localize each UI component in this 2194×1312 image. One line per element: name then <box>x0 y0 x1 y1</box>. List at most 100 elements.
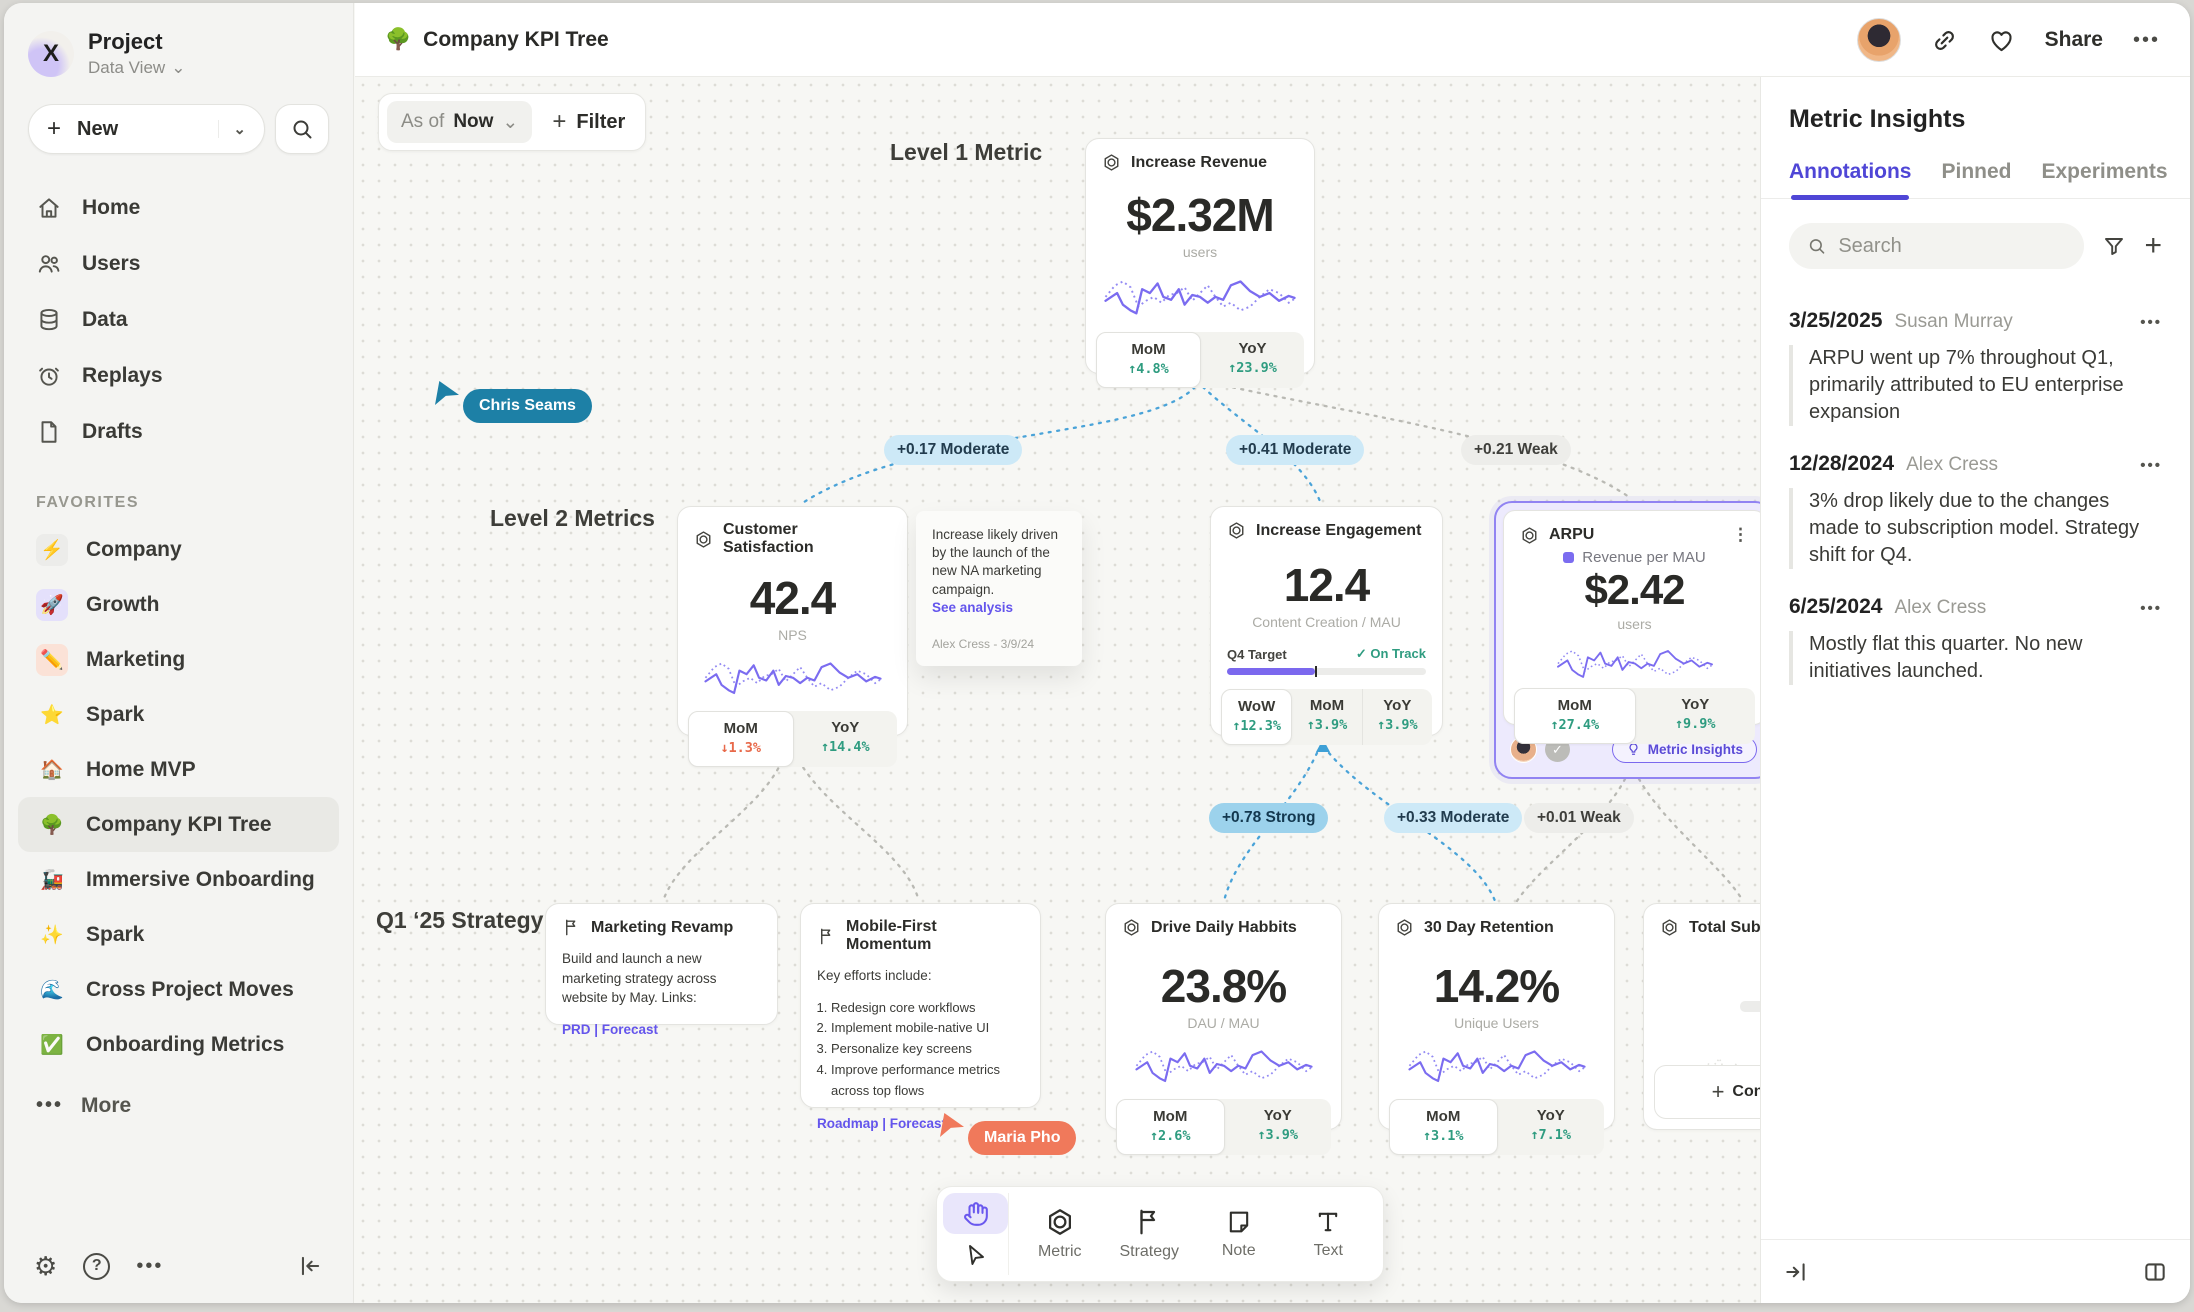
text-tool-button[interactable]: Text <box>1284 1193 1374 1275</box>
home-icon <box>36 195 62 221</box>
note-tool-button[interactable]: Note <box>1194 1193 1284 1275</box>
metric-value: $2.32M <box>1086 188 1314 242</box>
metric-card-customer-satisfaction[interactable]: Customer Satisfaction 42.4 NPS MoM ↓1.3%… <box>677 506 908 736</box>
sidebar-item-replays[interactable]: Replays <box>18 348 339 404</box>
legend-swatch <box>1563 552 1574 563</box>
delta-mom: MoM ↑3.9% <box>1292 689 1361 745</box>
strategy-card-marketing-revamp[interactable]: Marketing Revamp Build and launch a new … <box>545 903 778 1025</box>
sidebar-item-home-mvp[interactable]: 🏠 Home MVP <box>18 742 339 797</box>
annotation-item[interactable]: 6/25/2024 Alex Cress ••• Mostly flat thi… <box>1789 595 2162 685</box>
ellipsis-icon: ••• <box>36 1094 63 1117</box>
delta-yoy: YoY ↑9.9% <box>1636 688 1756 744</box>
star-icon: ⭐ <box>36 699 68 731</box>
more-options-icon[interactable]: ••• <box>136 1255 163 1278</box>
cursor-icon <box>964 1243 988 1267</box>
delta-mom: MoM ↓1.3% <box>688 711 794 767</box>
annotation-note-card[interactable]: Increase likely driven by the launch of … <box>916 511 1082 666</box>
sidebar-item-growth[interactable]: 🚀 Growth <box>18 577 339 632</box>
search-input[interactable] <box>1838 235 2066 258</box>
select-tool-button[interactable] <box>943 1234 1008 1275</box>
sidebar-item-data[interactable]: Data <box>18 292 339 348</box>
copy-link-icon[interactable] <box>1931 27 1958 54</box>
kpi-tree-canvas[interactable]: As of Now ⌄ + Filter Level 1 Metric Leve… <box>355 77 1769 1303</box>
connect-data-button[interactable]: + Connect <box>1654 1065 1769 1119</box>
doc-tree-icon: 🌳 <box>385 28 411 52</box>
sidebar-item-spark[interactable]: ⭐ Spark <box>18 687 339 742</box>
sidebar-item-spark-2[interactable]: ✨ Spark <box>18 907 339 962</box>
sparkline <box>1535 640 1735 684</box>
help-icon[interactable]: ? <box>83 1253 110 1280</box>
strategy-tool-button[interactable]: Strategy <box>1105 1193 1195 1275</box>
tab-experiments[interactable]: Experiments <box>2042 160 2168 198</box>
sidebar-item-marketing[interactable]: ✏️ Marketing <box>18 632 339 687</box>
hand-tool-button[interactable] <box>943 1193 1008 1234</box>
topbar-menu-icon[interactable]: ••• <box>2133 29 2160 52</box>
tab-annotations[interactable]: Annotations <box>1789 160 1911 198</box>
cursor-name-label: Maria Pho <box>968 1121 1076 1155</box>
metric-card-retention[interactable]: 30 Day Retention 14.2% Unique Users MoM … <box>1378 903 1615 1130</box>
tab-pinned[interactable]: Pinned <box>1941 160 2011 198</box>
metric-value: 23.8% <box>1106 959 1341 1013</box>
metric-card-daily-habits[interactable]: Drive Daily Habbits 23.8% DAU / MAU MoM … <box>1105 903 1342 1130</box>
sidebar-item-cross-project-moves[interactable]: 🌊 Cross Project Moves <box>18 962 339 1017</box>
edge-label: +0.33 Moderate <box>1384 803 1522 833</box>
metric-card-arpu-selection[interactable]: ARPU ⋮ Revenue per MAU $2.42 users MoM ↑… <box>1494 501 1769 779</box>
split-view-icon[interactable] <box>2142 1259 2168 1285</box>
doc-title: Company KPI Tree <box>423 28 609 52</box>
annotation-menu-icon[interactable]: ••• <box>2140 314 2162 331</box>
metric-hexagon-icon <box>1660 918 1679 937</box>
settings-gear-icon[interactable]: ⚙ <box>34 1251 57 1282</box>
filter-funnel-icon[interactable] <box>2102 234 2126 258</box>
sidebar-item-immersive-onboarding[interactable]: 🚂 Immersive Onboarding <box>18 852 339 907</box>
strategy-links[interactable]: PRD | Forecast <box>546 1008 777 1051</box>
new-button[interactable]: + New ⌄ <box>28 104 265 154</box>
annotation-menu-icon[interactable]: ••• <box>2140 600 2162 617</box>
project-subtitle[interactable]: Data View ⌄ <box>88 58 185 78</box>
delta-wow: WoW ↑12.3% <box>1221 689 1292 745</box>
users-icon <box>36 251 62 277</box>
delta-mom: MoM ↑2.6% <box>1116 1099 1225 1155</box>
target-progress-bar <box>1227 668 1426 675</box>
card-menu-icon[interactable]: ⋮ <box>1732 525 1749 545</box>
metric-value: 42.4 <box>678 571 907 625</box>
sidebar-search-button[interactable] <box>275 104 329 154</box>
annotation-search[interactable] <box>1789 223 2084 269</box>
sidebar-item-drafts[interactable]: Drafts <box>18 404 339 460</box>
user-avatar[interactable] <box>1857 18 1901 62</box>
note-icon <box>1225 1208 1253 1236</box>
add-annotation-icon[interactable]: + <box>2144 231 2162 261</box>
sidebar-item-company[interactable]: ⚡ Company <box>18 522 339 577</box>
add-filter-button[interactable]: + Filter <box>552 110 625 134</box>
sidebar-item-onboarding-metrics[interactable]: ✅ Onboarding Metrics <box>18 1017 339 1072</box>
collapse-sidebar-icon[interactable] <box>297 1253 323 1279</box>
metric-card-increase-engagement[interactable]: Increase Engagement 12.4 Content Creatio… <box>1210 506 1443 736</box>
note-byline: Alex Cress - 3/9/24 <box>932 637 1066 651</box>
metric-tool-button[interactable]: Metric <box>1015 1193 1105 1275</box>
annotation-menu-icon[interactable]: ••• <box>2140 457 2162 474</box>
metric-card-total-subscriptions[interactable]: Total Subscript + Connect <box>1643 903 1769 1130</box>
edge-label: +0.78 Strong <box>1209 803 1328 833</box>
share-button[interactable]: Share <box>2045 28 2103 52</box>
metric-card-arpu[interactable]: ARPU ⋮ Revenue per MAU $2.42 users MoM ↑… <box>1503 510 1766 725</box>
chevron-down-icon[interactable]: ⌄ <box>218 120 246 138</box>
as-of-dropdown[interactable]: As of Now ⌄ <box>387 101 532 143</box>
metric-card-increase-revenue[interactable]: Increase Revenue $2.32M users MoM ↑4.8% … <box>1085 138 1315 374</box>
sidebar-item-users[interactable]: Users <box>18 236 339 292</box>
sidebar-item-company-kpi-tree[interactable]: 🌳 Company KPI Tree <box>18 797 339 852</box>
delta-yoy: YoY ↑3.9% <box>1362 689 1432 745</box>
edge-label: +0.41 Moderate <box>1226 435 1364 465</box>
project-switcher[interactable]: X Project Data View ⌄ <box>4 3 353 86</box>
collapse-panel-icon[interactable] <box>1783 1259 1809 1285</box>
annotation-item[interactable]: 12/28/2024 Alex Cress ••• 3% drop likely… <box>1789 452 2162 569</box>
train-icon: 🚂 <box>36 864 68 896</box>
metric-unit: Unique Users <box>1379 1015 1614 1031</box>
favorite-heart-icon[interactable] <box>1988 27 2015 54</box>
metric-unit: DAU / MAU <box>1106 1015 1341 1031</box>
sidebar-item-home[interactable]: Home <box>18 180 339 236</box>
annotation-list: 3/25/2025 Susan Murray ••• ARPU went up … <box>1761 269 2190 685</box>
strategy-card-mobile-first[interactable]: Mobile-First Momentum Key efforts includ… <box>800 903 1041 1108</box>
annotation-item[interactable]: 3/25/2025 Susan Murray ••• ARPU went up … <box>1789 309 2162 426</box>
sidebar-more-button[interactable]: ••• More <box>18 1078 339 1133</box>
cursor-arrow-icon <box>435 381 459 405</box>
see-analysis-link[interactable]: See analysis <box>932 600 1066 615</box>
